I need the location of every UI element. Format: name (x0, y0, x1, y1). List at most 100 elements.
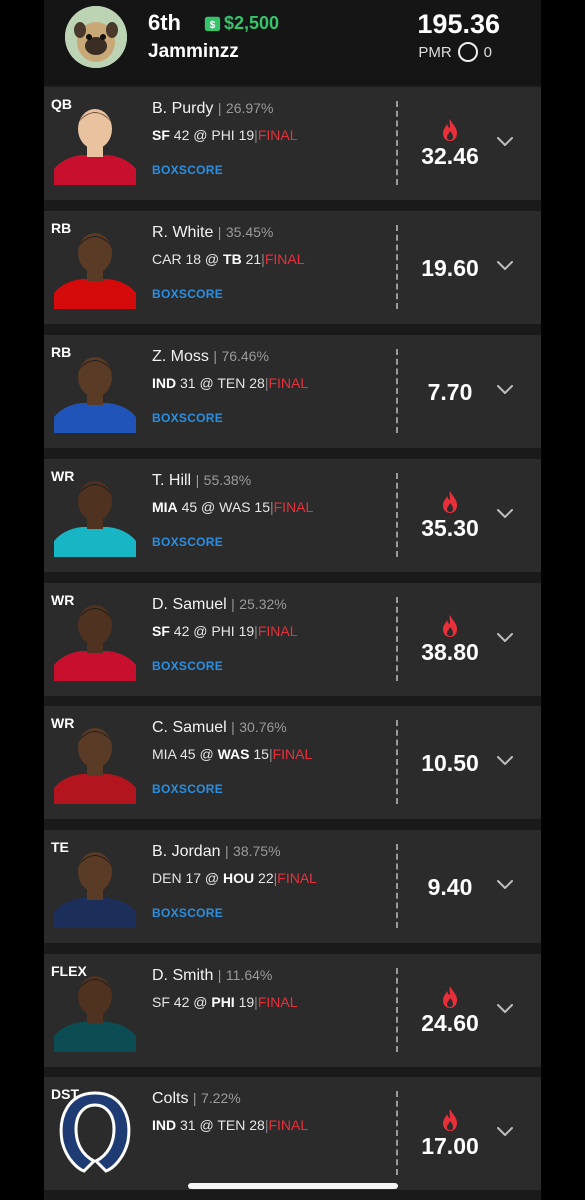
player-card[interactable]: TE B. Jordan | 38.75% DEN 17 @ HOU 22|FI… (44, 830, 541, 943)
opp-abbr: PHI (211, 623, 235, 639)
player-photo (54, 718, 136, 804)
team-abbr: CAR (152, 251, 182, 267)
ownership-pct: 38.75% (233, 843, 281, 859)
opp-abbr: PHI (211, 994, 235, 1010)
flame-icon (443, 615, 457, 637)
team-score: 45 (180, 746, 196, 762)
separator: | (217, 100, 222, 116)
separator: | (224, 843, 229, 859)
flame-icon (443, 986, 457, 1008)
divider (396, 968, 398, 1052)
game-status: FINAL (277, 870, 317, 886)
player-name-line: T. Hill | 55.38% (152, 472, 251, 490)
opp-score: 28 (249, 375, 265, 391)
team-score: 45 (181, 499, 198, 515)
at-sign: @ (193, 127, 208, 143)
player-card[interactable]: FLEX D. Smith | 11.64% SF 42 @ PHI 19|FI… (44, 954, 541, 1067)
chevron-down-icon[interactable] (497, 756, 513, 766)
game-status: FINAL (273, 499, 314, 515)
prize-amount: $2,500 (224, 13, 280, 33)
chevron-down-icon[interactable] (497, 1127, 513, 1137)
player-card[interactable]: WR C. Samuel | 30.76% MIA 45 @ WAS 15|FI… (44, 706, 541, 819)
at-sign: @ (199, 375, 214, 391)
game-line: IND 31 @ TEN 28|FINAL (152, 1117, 308, 1133)
boxscore-link[interactable]: BOXSCORE (152, 535, 223, 549)
opp-score: 19 (238, 127, 255, 143)
player-card[interactable]: RB Z. Moss | 76.46% IND 31 @ TEN 28|FINA… (44, 335, 541, 448)
team-score: 31 (180, 375, 196, 391)
fantasy-points: 7.70 (427, 379, 473, 405)
divider (396, 1091, 398, 1175)
moneybag-icon: $ (204, 16, 221, 32)
fantasy-points: 9.40 (427, 874, 473, 900)
player-card[interactable]: DST Colts | 7.22% IND 31 @ TEN 28|FINAL … (44, 1077, 541, 1190)
player-photo (54, 223, 136, 309)
ownership-pct: 25.32% (239, 596, 287, 612)
at-sign: @ (201, 499, 216, 515)
team-score: 42 (173, 127, 190, 143)
ownership-pct: 35.45% (225, 224, 274, 240)
ownership-pct: 7.22% (201, 1090, 241, 1106)
home-indicator[interactable] (188, 1183, 398, 1189)
game-status: FINAL (257, 994, 298, 1010)
game-line: SF 42 @ PHI 19|FINAL (152, 127, 298, 143)
game-line: IND 31 @ TEN 28|FINAL (152, 375, 308, 391)
avatar[interactable] (65, 6, 127, 68)
opp-score: 15 (253, 746, 269, 762)
game-status: FINAL (272, 746, 313, 762)
opp-abbr: PHI (211, 127, 235, 143)
player-name: B. Purdy (152, 100, 214, 117)
fantasy-points: 32.46 (421, 143, 479, 169)
boxscore-link[interactable]: BOXSCORE (152, 163, 223, 177)
player-card[interactable]: QB B. Purdy | 26.97% SF 42 @ PHI 19|FINA… (44, 87, 541, 200)
separator: | (192, 1090, 197, 1106)
fantasy-points: 38.80 (421, 639, 479, 665)
boxscore-link[interactable]: BOXSCORE (152, 411, 223, 425)
player-card[interactable]: WR T. Hill | 55.38% MIA 45 @ WAS 15|FINA… (44, 459, 541, 572)
boxscore-link[interactable]: BOXSCORE (152, 659, 223, 673)
player-name: C. Samuel (152, 719, 227, 736)
chevron-down-icon[interactable] (497, 1004, 513, 1014)
fantasy-points: 24.60 (421, 1010, 479, 1036)
chevron-down-icon[interactable] (497, 137, 513, 147)
player-name-line: B. Jordan | 38.75% (152, 843, 281, 861)
player-photo (54, 842, 136, 928)
divider (396, 101, 398, 185)
game-line: SF 42 @ PHI 19|FINAL (152, 994, 298, 1010)
chevron-down-icon[interactable] (497, 880, 513, 890)
separator: | (195, 472, 200, 488)
at-sign: @ (204, 870, 220, 886)
chevron-down-icon[interactable] (497, 509, 513, 519)
team-score: 42 (173, 994, 190, 1010)
opp-abbr: TEN (217, 375, 246, 391)
divider (396, 597, 398, 681)
rank: 6th (148, 10, 181, 35)
player-photo (54, 595, 136, 681)
separator: | (231, 719, 235, 735)
divider (396, 473, 398, 557)
boxscore-link[interactable]: BOXSCORE (152, 287, 223, 301)
divider (396, 349, 398, 433)
player-card[interactable]: WR D. Samuel | 25.32% SF 42 @ PHI 19|FIN… (44, 583, 541, 696)
chevron-down-icon[interactable] (497, 633, 513, 643)
player-name-line: B. Purdy | 26.97% (152, 100, 273, 118)
player-card[interactable]: RB R. White | 35.45% CAR 18 @ TB 21|FINA… (44, 211, 541, 324)
separator: | (217, 224, 222, 240)
player-name: D. Smith (152, 967, 214, 984)
team-score: 18 (185, 251, 202, 267)
chevron-down-icon[interactable] (497, 261, 513, 271)
boxscore-link[interactable]: BOXSCORE (152, 906, 223, 920)
divider (396, 225, 398, 309)
lineup-header: 6th $ $2,500 Jamminzz 195.36 PMR 0 (44, 0, 541, 85)
chevron-down-icon[interactable] (497, 385, 513, 395)
pmr-label: PMR (418, 43, 452, 61)
opp-score: 19 (238, 623, 255, 639)
prize: $ $2,500 (204, 13, 279, 34)
player-name: D. Samuel (152, 596, 227, 613)
player-name: Z. Moss (152, 348, 209, 365)
game-line: MIA 45 @ WAS 15|FINAL (152, 746, 312, 762)
opp-score: 28 (249, 1117, 265, 1133)
boxscore-link[interactable]: BOXSCORE (152, 782, 223, 796)
at-sign: @ (193, 623, 208, 639)
player-name-line: Z. Moss | 76.46% (152, 348, 269, 366)
